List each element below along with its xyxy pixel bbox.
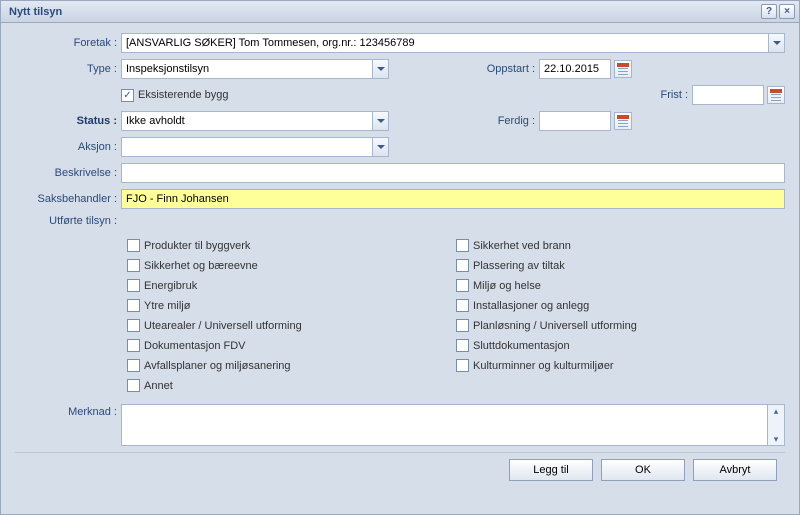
chk-label: Ytre miljø <box>144 300 190 312</box>
chk-label: Sluttdokumentasjon <box>473 340 570 352</box>
chk-sluttdokumentasjon[interactable] <box>456 339 469 352</box>
titlebar: Nytt tilsyn ? × <box>1 1 799 23</box>
legg-til-button[interactable]: Legg til <box>509 459 593 481</box>
saksbehandler-label: Saksbehandler : <box>15 193 121 205</box>
foretak-label: Foretak : <box>15 37 121 49</box>
ferdig-field[interactable] <box>539 111 611 131</box>
oppstart-label: Oppstart : <box>479 63 539 75</box>
help-icon[interactable]: ? <box>761 4 777 19</box>
merknad-label: Merknad : <box>15 404 121 418</box>
chk-label: Plassering av tiltak <box>473 260 565 272</box>
merknad-field[interactable] <box>121 404 768 446</box>
chk-dokumentasjon-fdv[interactable] <box>127 339 140 352</box>
chk-plassering[interactable] <box>456 259 469 272</box>
foretak-field[interactable] <box>121 33 768 53</box>
chk-label: Planløsning / Universell utforming <box>473 320 637 332</box>
chk-label: Avfallsplaner og miljøsanering <box>144 360 291 372</box>
chk-kulturminner[interactable] <box>456 359 469 372</box>
status-label: Status : <box>15 115 121 127</box>
chk-label: Energibruk <box>144 280 197 292</box>
chk-energibruk[interactable] <box>127 279 140 292</box>
ok-button[interactable]: OK <box>601 459 685 481</box>
calendar-icon[interactable] <box>614 112 632 130</box>
chk-label: Sikkerhet og bæreevne <box>144 260 258 272</box>
chk-label: Miljø og helse <box>473 280 541 292</box>
chk-label: Dokumentasjon FDV <box>144 340 246 352</box>
frist-label: Frist : <box>632 89 692 101</box>
chk-label: Utearealer / Universell utforming <box>144 320 302 332</box>
type-dropdown-trigger[interactable] <box>372 59 389 79</box>
avbryt-button[interactable]: Avbryt <box>693 459 777 481</box>
calendar-icon[interactable] <box>767 86 785 104</box>
chk-miljo-helse[interactable] <box>456 279 469 292</box>
scroll-down-icon[interactable]: ▾ <box>768 433 784 445</box>
status-dropdown-trigger[interactable] <box>372 111 389 131</box>
chk-ytre-miljo[interactable] <box>127 299 140 312</box>
scrollbar[interactable]: ▴ ▾ <box>768 404 785 446</box>
aksjon-field[interactable] <box>121 137 372 157</box>
chk-planlosning[interactable] <box>456 319 469 332</box>
beskrivelse-label: Beskrivelse : <box>15 167 121 179</box>
saksbehandler-field[interactable] <box>121 189 785 209</box>
chk-label: Kulturminner og kulturmiljøer <box>473 360 614 372</box>
chk-sikkerhet-brann[interactable] <box>456 239 469 252</box>
chk-label: Annet <box>144 380 173 392</box>
type-label: Type : <box>15 63 121 75</box>
eksisterende-label: Eksisterende bygg <box>138 89 229 101</box>
utforte-tilsyn-group: Produkter til byggverk Sikkerhet og bære… <box>15 237 785 392</box>
aksjon-dropdown-trigger[interactable] <box>372 137 389 157</box>
oppstart-field[interactable] <box>539 59 611 79</box>
window-title: Nytt tilsyn <box>9 6 62 18</box>
chk-label: Sikkerhet ved brann <box>473 240 571 252</box>
chk-avfallsplaner[interactable] <box>127 359 140 372</box>
utforte-tilsyn-label: Utførte tilsyn : <box>15 215 121 227</box>
eksisterende-checkbox[interactable]: ✓ <box>121 89 134 102</box>
scroll-up-icon[interactable]: ▴ <box>768 405 784 417</box>
calendar-icon[interactable] <box>614 60 632 78</box>
foretak-dropdown-trigger[interactable] <box>768 33 785 53</box>
type-field[interactable] <box>121 59 372 79</box>
status-field[interactable] <box>121 111 372 131</box>
dialog-window: Nytt tilsyn ? × Foretak : Type : <box>0 0 800 515</box>
chk-annet[interactable] <box>127 379 140 392</box>
chk-utearealer[interactable] <box>127 319 140 332</box>
chk-label: Installasjoner og anlegg <box>473 300 589 312</box>
chk-sikkerhet-baereevne[interactable] <box>127 259 140 272</box>
aksjon-label: Aksjon : <box>15 141 121 153</box>
close-icon[interactable]: × <box>779 4 795 19</box>
beskrivelse-field[interactable] <box>121 163 785 183</box>
chk-produkter[interactable] <box>127 239 140 252</box>
ferdig-label: Ferdig : <box>479 115 539 127</box>
chk-installasjoner[interactable] <box>456 299 469 312</box>
chk-label: Produkter til byggverk <box>144 240 250 252</box>
frist-field[interactable] <box>692 85 764 105</box>
